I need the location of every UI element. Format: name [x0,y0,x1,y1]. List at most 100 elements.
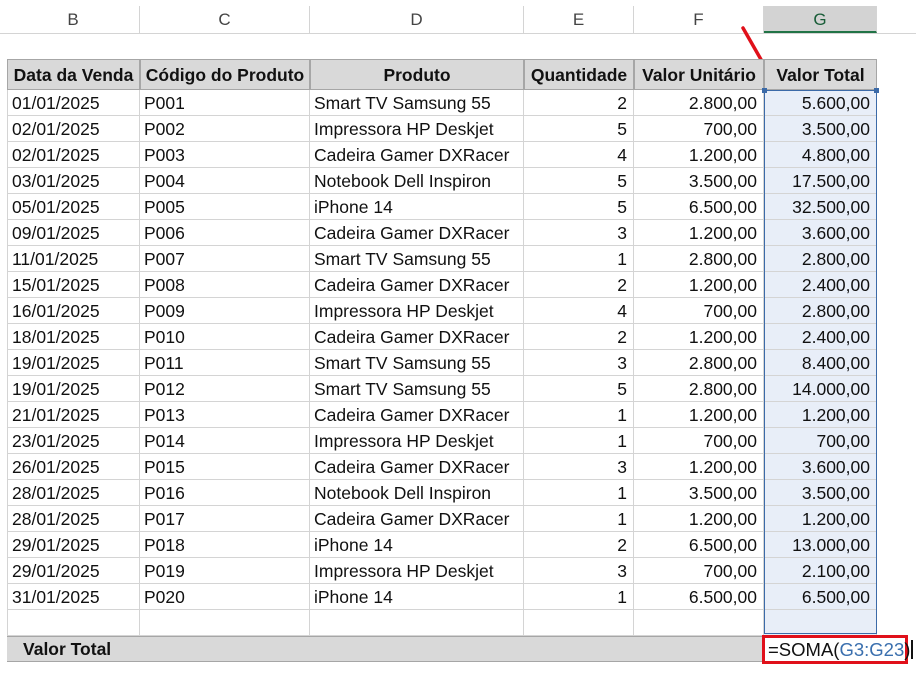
cell-produto[interactable]: iPhone 14 [310,584,524,610]
cell-quantidade[interactable]: 2 [524,532,634,558]
cell-codigo[interactable]: P008 [140,272,310,298]
cell-valor-total[interactable]: 4.800,00 [764,142,877,168]
cell-produto[interactable]: Cadeira Gamer DXRacer [310,324,524,350]
cell-codigo[interactable]: P011 [140,350,310,376]
cell-produto[interactable]: Impressora HP Deskjet [310,116,524,142]
selection-handle[interactable] [762,88,767,93]
cell-data[interactable] [7,610,140,636]
column-header-b[interactable]: B [7,6,140,33]
header-quantidade[interactable]: Quantidade [524,59,634,90]
cell-quantidade[interactable]: 5 [524,168,634,194]
cell-valor-unitario[interactable]: 1.200,00 [634,220,764,246]
cell-valor-total[interactable]: 14.000,00 [764,376,877,402]
cell-data[interactable]: 29/01/2025 [7,558,140,584]
cell-quantidade[interactable]: 4 [524,142,634,168]
cell-data[interactable]: 23/01/2025 [7,428,140,454]
cell-quantidade[interactable]: 1 [524,428,634,454]
total-label[interactable]: Valor Total [23,637,111,661]
cell-data[interactable]: 31/01/2025 [7,584,140,610]
cell-produto[interactable]: Notebook Dell Inspiron [310,480,524,506]
formula-cell[interactable]: =SOMA(G3:G23) [762,635,913,664]
cell-data[interactable]: 02/01/2025 [7,142,140,168]
cell-codigo[interactable]: P017 [140,506,310,532]
cell-quantidade[interactable]: 1 [524,480,634,506]
cell-codigo[interactable]: P020 [140,584,310,610]
cell-data[interactable]: 18/01/2025 [7,324,140,350]
cell-data[interactable]: 16/01/2025 [7,298,140,324]
cell-produto[interactable]: Cadeira Gamer DXRacer [310,272,524,298]
cell-data[interactable]: 05/01/2025 [7,194,140,220]
cell-valor-unitario[interactable]: 2.800,00 [634,246,764,272]
cell-valor-unitario[interactable]: 1.200,00 [634,272,764,298]
cell-produto[interactable]: Impressora HP Deskjet [310,298,524,324]
cell-valor-total[interactable]: 8.400,00 [764,350,877,376]
cell-data[interactable]: 21/01/2025 [7,402,140,428]
cell-produto[interactable]: iPhone 14 [310,194,524,220]
cell-quantidade[interactable]: 5 [524,376,634,402]
cell-codigo[interactable]: P014 [140,428,310,454]
cell-produto[interactable]: Impressora HP Deskjet [310,428,524,454]
cell-valor-unitario[interactable]: 700,00 [634,116,764,142]
cell-produto[interactable]: Cadeira Gamer DXRacer [310,454,524,480]
cell-valor-unitario[interactable]: 700,00 [634,558,764,584]
cell-valor-total[interactable]: 5.600,00 [764,90,877,116]
cell-valor-unitario[interactable]: 700,00 [634,298,764,324]
cell-codigo[interactable]: P009 [140,298,310,324]
cell-data[interactable]: 11/01/2025 [7,246,140,272]
cell-valor-unitario[interactable]: 1.200,00 [634,506,764,532]
cell-data[interactable]: 02/01/2025 [7,116,140,142]
cell-data[interactable]: 26/01/2025 [7,454,140,480]
cell-valor-total[interactable]: 1.200,00 [764,402,877,428]
header-valor-total[interactable]: Valor Total [764,59,877,90]
cell-quantidade[interactable]: 3 [524,558,634,584]
cell-valor-total[interactable]: 32.500,00 [764,194,877,220]
cell-codigo[interactable]: P002 [140,116,310,142]
cell-valor-unitario[interactable]: 1.200,00 [634,324,764,350]
column-header-d[interactable]: D [310,6,524,33]
cell-produto[interactable]: Cadeira Gamer DXRacer [310,220,524,246]
cell-quantidade[interactable]: 1 [524,584,634,610]
cell-data[interactable]: 19/01/2025 [7,350,140,376]
cell-valor-unitario[interactable]: 2.800,00 [634,376,764,402]
cell-quantidade[interactable]: 2 [524,324,634,350]
cell-quantidade[interactable]: 2 [524,272,634,298]
cell-data[interactable]: 09/01/2025 [7,220,140,246]
cell-valor-total[interactable]: 2.400,00 [764,324,877,350]
cell-codigo[interactable]: P016 [140,480,310,506]
cell-codigo[interactable]: P004 [140,168,310,194]
cell-produto[interactable]: Smart TV Samsung 55 [310,376,524,402]
cell-valor-total[interactable] [764,610,877,636]
header-produto[interactable]: Produto [310,59,524,90]
cell-valor-total[interactable]: 2.400,00 [764,272,877,298]
cell-quantidade[interactable]: 4 [524,298,634,324]
cell-data[interactable]: 28/01/2025 [7,506,140,532]
cell-codigo[interactable]: P012 [140,376,310,402]
cell-valor-total[interactable]: 700,00 [764,428,877,454]
cell-valor-unitario[interactable]: 700,00 [634,428,764,454]
cell-valor-unitario[interactable]: 2.800,00 [634,90,764,116]
cell-quantidade[interactable]: 1 [524,402,634,428]
cell-quantidade[interactable]: 2 [524,90,634,116]
cell-valor-total[interactable]: 6.500,00 [764,584,877,610]
cell-valor-unitario[interactable]: 2.800,00 [634,350,764,376]
header-valor-unitario[interactable]: Valor Unitário [634,59,764,90]
cell-produto[interactable]: Smart TV Samsung 55 [310,350,524,376]
cell-codigo[interactable]: P005 [140,194,310,220]
cell-produto[interactable]: Smart TV Samsung 55 [310,90,524,116]
cell-codigo[interactable] [140,610,310,636]
selection-handle[interactable] [874,88,879,93]
cell-valor-total[interactable]: 3.600,00 [764,220,877,246]
cell-valor-total[interactable]: 3.600,00 [764,454,877,480]
cell-quantidade[interactable]: 3 [524,454,634,480]
cell-codigo[interactable]: P013 [140,402,310,428]
cell-produto[interactable]: iPhone 14 [310,532,524,558]
cell-valor-total[interactable]: 3.500,00 [764,116,877,142]
cell-produto[interactable]: Smart TV Samsung 55 [310,246,524,272]
cell-produto[interactable]: Cadeira Gamer DXRacer [310,402,524,428]
cell-quantidade[interactable]: 3 [524,220,634,246]
cell-produto[interactable] [310,610,524,636]
cell-codigo[interactable]: P015 [140,454,310,480]
cell-produto[interactable]: Notebook Dell Inspiron [310,168,524,194]
cell-valor-unitario[interactable]: 1.200,00 [634,142,764,168]
cell-quantidade[interactable]: 1 [524,506,634,532]
